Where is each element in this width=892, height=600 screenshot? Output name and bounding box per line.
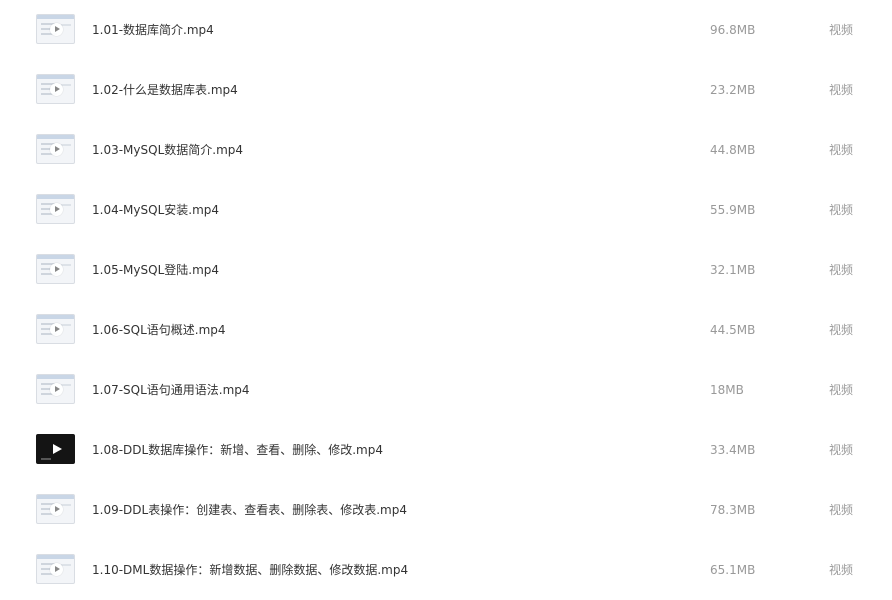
file-row[interactable]: 1.05-MySQL登陆.mp4 32.1MB 视频 bbox=[0, 240, 892, 300]
file-list: 1.01-数据库简介.mp4 96.8MB 视频 1.02-什么是数据库表.mp… bbox=[0, 0, 892, 600]
file-name[interactable]: 1.06-SQL语句概述.mp4 bbox=[92, 300, 226, 360]
play-icon bbox=[49, 563, 63, 576]
file-row[interactable]: 1.01-数据库简介.mp4 96.8MB 视频 bbox=[0, 0, 892, 60]
play-icon bbox=[50, 443, 63, 456]
file-name[interactable]: 1.04-MySQL安装.mp4 bbox=[92, 180, 219, 240]
file-row[interactable]: 1.03-MySQL数据简介.mp4 44.8MB 视频 bbox=[0, 120, 892, 180]
video-thumbnail-icon[interactable] bbox=[36, 314, 75, 344]
file-name[interactable]: 1.05-MySQL登陆.mp4 bbox=[92, 240, 219, 300]
file-size: 96.8MB bbox=[710, 23, 756, 37]
file-name[interactable]: 1.10-DML数据操作：新增数据、删除数据、修改数据.mp4 bbox=[92, 540, 408, 600]
file-size: 33.4MB bbox=[710, 443, 756, 457]
file-name[interactable]: 1.08-DDL数据库操作：新增、查看、删除、修改.mp4 bbox=[92, 420, 383, 480]
video-thumbnail-icon[interactable] bbox=[36, 434, 75, 464]
play-icon bbox=[49, 383, 63, 396]
file-name[interactable]: 1.03-MySQL数据简介.mp4 bbox=[92, 120, 243, 180]
file-type: 视频 bbox=[829, 143, 854, 157]
file-size: 44.8MB bbox=[710, 143, 756, 157]
file-size: 78.3MB bbox=[710, 503, 756, 517]
file-type: 视频 bbox=[829, 83, 854, 97]
video-thumbnail-icon[interactable] bbox=[36, 194, 75, 224]
video-thumbnail-icon[interactable] bbox=[36, 374, 75, 404]
file-row[interactable]: 1.10-DML数据操作：新增数据、删除数据、修改数据.mp4 65.1MB 视… bbox=[0, 540, 892, 600]
video-thumbnail-icon[interactable] bbox=[36, 554, 75, 584]
file-size: 44.5MB bbox=[710, 323, 756, 337]
video-thumbnail-icon[interactable] bbox=[36, 14, 75, 44]
play-icon bbox=[49, 323, 63, 336]
file-name[interactable]: 1.01-数据库简介.mp4 bbox=[92, 0, 214, 60]
file-size: 23.2MB bbox=[710, 83, 756, 97]
play-icon bbox=[49, 203, 63, 216]
file-size: 18MB bbox=[710, 383, 744, 397]
file-type: 视频 bbox=[829, 263, 854, 277]
file-type: 视频 bbox=[829, 383, 854, 397]
file-size: 65.1MB bbox=[710, 563, 756, 577]
file-row[interactable]: 1.09-DDL表操作：创建表、查看表、删除表、修改表.mp4 78.3MB 视… bbox=[0, 480, 892, 540]
file-row[interactable]: 1.06-SQL语句概述.mp4 44.5MB 视频 bbox=[0, 300, 892, 360]
file-type: 视频 bbox=[829, 23, 854, 37]
file-row[interactable]: 1.08-DDL数据库操作：新增、查看、删除、修改.mp4 33.4MB 视频 bbox=[0, 420, 892, 480]
file-row[interactable]: 1.07-SQL语句通用语法.mp4 18MB 视频 bbox=[0, 360, 892, 420]
file-type: 视频 bbox=[829, 503, 854, 517]
file-type: 视频 bbox=[829, 203, 854, 217]
file-name[interactable]: 1.07-SQL语句通用语法.mp4 bbox=[92, 360, 250, 420]
play-icon bbox=[49, 263, 63, 276]
file-type: 视频 bbox=[829, 323, 854, 337]
play-icon bbox=[49, 143, 63, 156]
file-size: 55.9MB bbox=[710, 203, 756, 217]
file-type: 视频 bbox=[829, 443, 854, 457]
play-icon bbox=[49, 503, 63, 516]
video-thumbnail-icon[interactable] bbox=[36, 254, 75, 284]
file-name[interactable]: 1.09-DDL表操作：创建表、查看表、删除表、修改表.mp4 bbox=[92, 480, 407, 540]
file-name[interactable]: 1.02-什么是数据库表.mp4 bbox=[92, 60, 238, 120]
file-size: 32.1MB bbox=[710, 263, 756, 277]
video-thumbnail-icon[interactable] bbox=[36, 74, 75, 104]
play-icon bbox=[49, 83, 63, 96]
file-row[interactable]: 1.02-什么是数据库表.mp4 23.2MB 视频 bbox=[0, 60, 892, 120]
file-row[interactable]: 1.04-MySQL安装.mp4 55.9MB 视频 bbox=[0, 180, 892, 240]
file-type: 视频 bbox=[829, 563, 854, 577]
play-icon bbox=[49, 23, 63, 36]
video-thumbnail-icon[interactable] bbox=[36, 494, 75, 524]
video-thumbnail-icon[interactable] bbox=[36, 134, 75, 164]
